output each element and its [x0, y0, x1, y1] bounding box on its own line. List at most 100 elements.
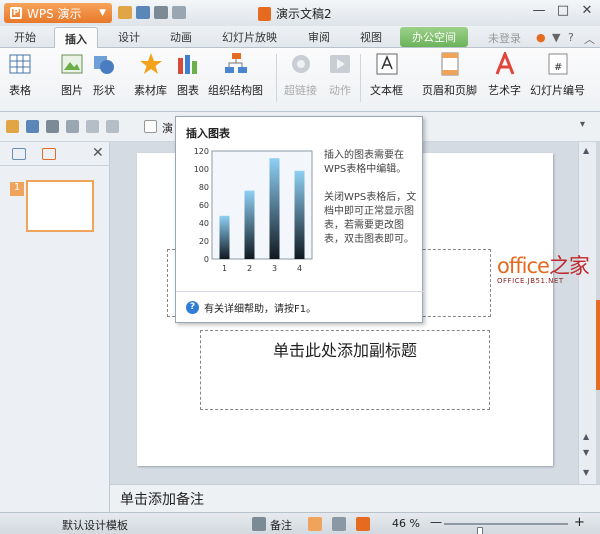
normal-view-icon[interactable]: [308, 517, 322, 531]
ribbon-separator: [360, 54, 361, 102]
zoom-in-icon[interactable]: +: [574, 515, 585, 530]
slide-thumbnail[interactable]: [26, 180, 94, 232]
document-tab-label[interactable]: 演: [162, 120, 173, 136]
print-icon[interactable]: [46, 120, 59, 133]
close-icon[interactable]: ✕: [92, 145, 104, 161]
tooltip-help: ? 有关详细帮助，请按F1。: [176, 291, 424, 315]
document-tab-icon: [144, 120, 157, 133]
maximize-button[interactable]: □: [552, 3, 574, 18]
zoom-level[interactable]: 46 %: [392, 517, 420, 530]
toolbar-menu-icon[interactable]: ▾: [580, 119, 585, 130]
insert-chart-tooltip: 插入图表 0 20 40 60 80 100 120 1 2 3 4 插入的图表需要在WPS表格中编…: [175, 116, 424, 323]
action-button[interactable]: 动作: [328, 52, 352, 98]
tooltip-description: 插入的图表需要在WPS表格中编辑。 关闭WPS表格后，文档中即可正常显示图表，若…: [324, 150, 417, 245]
tab-animation[interactable]: 动画: [170, 29, 192, 45]
app-menu-button[interactable]: P WPS 演示 ▼: [4, 3, 112, 23]
login-link[interactable]: 未登录: [488, 30, 521, 46]
template-name[interactable]: 默认设计模板: [62, 517, 128, 533]
y-tick-label: 20: [199, 237, 209, 246]
collapse-ribbon-icon[interactable]: ︿: [584, 31, 595, 47]
slide-number-badge: 1: [10, 182, 24, 196]
notes-pane[interactable]: 单击添加备注: [110, 484, 600, 512]
x-tick-label: 4: [297, 264, 302, 273]
slide-number-icon: #: [546, 52, 570, 76]
preview-icon[interactable]: [66, 120, 79, 133]
slide-number-button[interactable]: # 幻灯片编号: [530, 52, 585, 98]
notes-icon[interactable]: [252, 517, 266, 531]
undo-icon[interactable]: [172, 6, 186, 19]
status-bar: 默认设计模板 备注 46 % — +: [0, 512, 600, 534]
save-icon[interactable]: [26, 120, 39, 133]
undo-icon[interactable]: [86, 120, 99, 133]
tooltip-title: 插入图表: [186, 127, 230, 140]
next-slide-icon[interactable]: ▼: [583, 448, 589, 457]
shirt-icon[interactable]: ▼: [552, 31, 560, 44]
y-tick-label: 60: [199, 201, 209, 210]
help-small-icon[interactable]: ?: [568, 31, 574, 44]
x-tick-label: 2: [247, 264, 252, 273]
chart-bar: [269, 158, 280, 259]
ribbon: 表格 图片 形状 素材库 图表 组织结构图 超链接 动作 文本框 页眉和页脚 艺…: [0, 48, 600, 112]
zoom-slider-thumb[interactable]: [477, 527, 484, 534]
textbox-icon: [375, 52, 399, 76]
chart-bar: [294, 170, 305, 259]
y-tick-label: 120: [194, 147, 209, 156]
title-bar: P WPS 演示 ▼ 演示文稿2 — □ ✕: [0, 0, 600, 26]
scroll-down-icon[interactable]: ▼: [583, 468, 589, 477]
svg-text:#: #: [554, 62, 562, 73]
slides-tab-icon[interactable]: [42, 148, 56, 160]
chevron-down-icon: ▼: [99, 8, 106, 18]
sorter-view-icon[interactable]: [332, 517, 346, 531]
close-button[interactable]: ✕: [576, 3, 598, 18]
header-footer-icon: [438, 52, 462, 76]
org-chart-button[interactable]: 组织结构图: [208, 52, 263, 98]
slide-panel: ✕ 1: [0, 142, 110, 512]
subtitle-placeholder[interactable]: 单击此处添加副标题: [200, 330, 490, 410]
shape-button[interactable]: 形状: [92, 52, 116, 98]
wordart-button[interactable]: 艺术字: [488, 49, 521, 98]
action-icon: [328, 52, 352, 76]
y-tick-label: 0: [204, 255, 209, 264]
table-button[interactable]: 表格: [8, 52, 32, 98]
tab-view[interactable]: 视图: [360, 29, 382, 45]
shape-icon: [92, 52, 116, 76]
open-icon[interactable]: [118, 6, 132, 19]
hyperlink-button[interactable]: 超链接: [284, 52, 317, 98]
slideshow-view-icon[interactable]: [356, 517, 370, 531]
minimize-button[interactable]: —: [528, 3, 550, 18]
tab-review[interactable]: 审阅: [308, 29, 330, 45]
ribbon-separator: [276, 54, 277, 102]
open-icon[interactable]: [6, 120, 19, 133]
tab-office-space[interactable]: 办公空间: [400, 27, 468, 47]
wordart-icon: [493, 49, 517, 76]
panel-tabs: ✕: [0, 142, 110, 166]
notes-placeholder: 单击添加备注: [120, 492, 204, 508]
print-icon[interactable]: [154, 6, 168, 19]
outline-tab-icon[interactable]: [12, 148, 26, 160]
save-icon[interactable]: [136, 6, 150, 19]
material-library-button[interactable]: 素材库: [134, 52, 167, 98]
scroll-up-icon[interactable]: ▲: [583, 146, 589, 155]
tab-design[interactable]: 设计: [118, 29, 140, 45]
notes-toggle[interactable]: 备注: [270, 517, 292, 533]
tab-insert[interactable]: 插入: [54, 27, 98, 49]
insert-chart-button[interactable]: 图表: [176, 52, 200, 98]
header-footer-button[interactable]: 页眉和页脚: [422, 52, 477, 98]
zoom-out-icon[interactable]: —: [430, 515, 442, 529]
picture-button[interactable]: 图片: [60, 52, 84, 98]
textbox-button[interactable]: 文本框: [370, 52, 403, 98]
vertical-scrollbar[interactable]: ▲ ▲ ▼ ▼: [578, 142, 596, 484]
help-icon: ?: [186, 301, 199, 314]
tab-start[interactable]: 开始: [14, 29, 36, 45]
tooltip-chart-preview: 0 20 40 60 80 100 120 1 2 3 4: [194, 147, 313, 273]
chart-bar: [219, 215, 230, 259]
skin-icon[interactable]: ●: [536, 31, 546, 44]
prev-slide-icon[interactable]: ▲: [583, 432, 589, 441]
y-tick-label: 80: [199, 183, 209, 192]
tab-slideshow[interactable]: 幻灯片放映: [222, 29, 277, 45]
redo-icon[interactable]: [106, 120, 119, 133]
zoom-slider[interactable]: [444, 523, 568, 534]
orange-side-tab[interactable]: [596, 300, 600, 390]
picture-icon: [60, 52, 84, 76]
y-tick-label: 100: [194, 165, 209, 174]
